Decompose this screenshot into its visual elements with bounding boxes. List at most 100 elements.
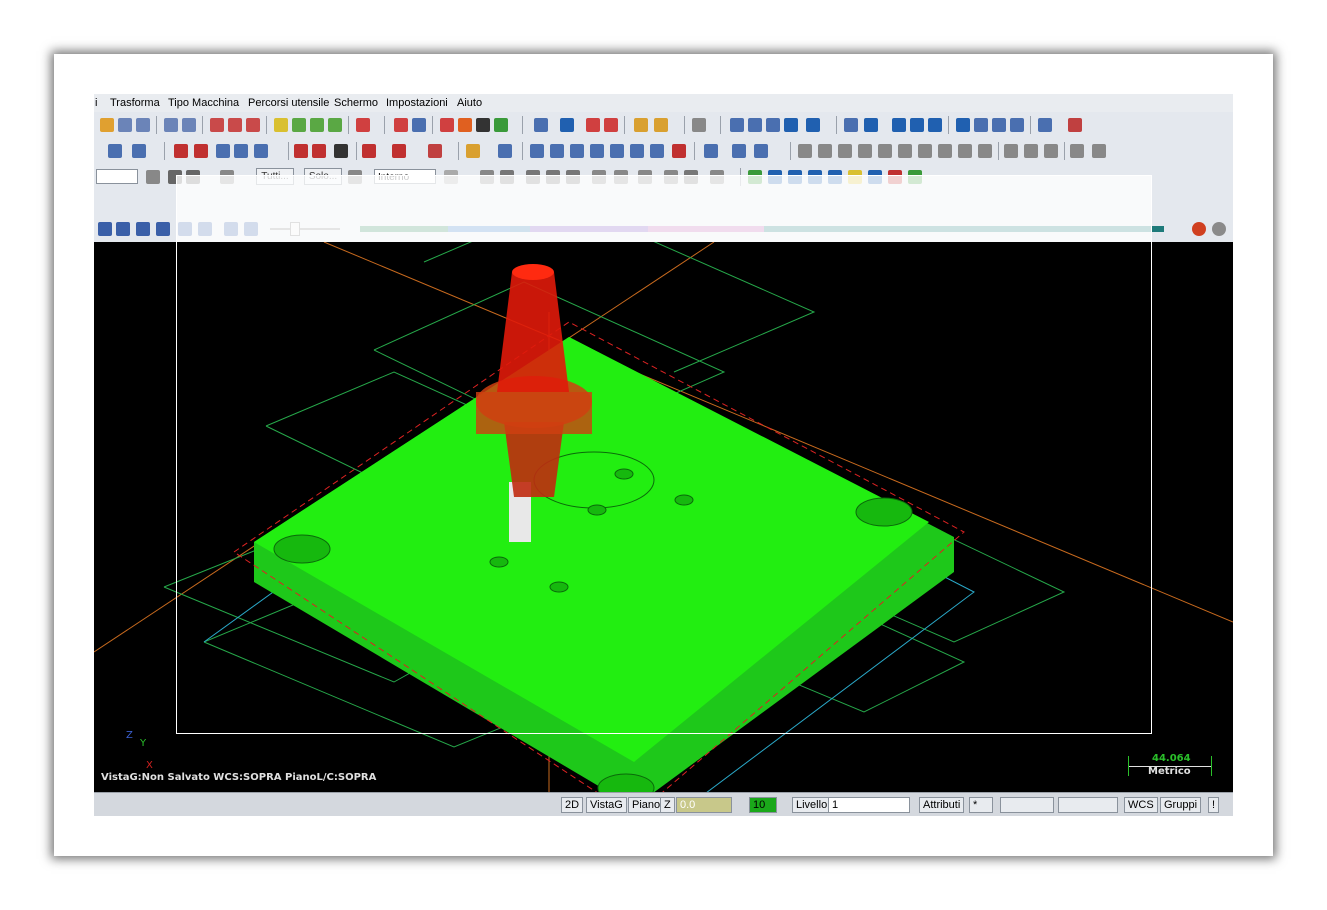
pencil-icon[interactable] — [634, 118, 648, 132]
vistag-button[interactable]: VistaG — [586, 797, 627, 813]
facing-icon[interactable] — [570, 144, 584, 158]
analyze-icon[interactable] — [394, 118, 408, 132]
wireframe-icon[interactable] — [274, 118, 288, 132]
view-cube-icon[interactable] — [356, 118, 370, 132]
line-style-dropdown[interactable] — [1000, 797, 1054, 813]
xform-mirror-icon[interactable] — [334, 144, 348, 158]
unzoom-icon[interactable] — [182, 118, 196, 132]
shading-icon[interactable] — [246, 118, 260, 132]
manager-icon[interactable] — [992, 118, 1006, 132]
chain-icon[interactable] — [498, 144, 512, 158]
surface-parallel-icon[interactable] — [838, 144, 852, 158]
circle-mill-icon[interactable] — [630, 144, 644, 158]
stop-icon[interactable] — [116, 222, 130, 236]
thread-mill-icon[interactable] — [650, 144, 664, 158]
surface-radial-icon[interactable] — [858, 144, 872, 158]
layers-icon[interactable] — [974, 118, 988, 132]
modify-icon[interactable] — [654, 118, 668, 132]
step-back-icon[interactable] — [156, 222, 170, 236]
menu-item-schermo[interactable]: Schermo — [334, 97, 378, 109]
selection-mode-dropdown[interactable] — [96, 169, 138, 184]
point-style-dropdown[interactable]: * — [969, 797, 993, 813]
line-width-dropdown[interactable] — [1058, 797, 1118, 813]
menu-item-tipo-macchina[interactable]: Tipo Macchina — [168, 97, 239, 109]
xform-offset-icon[interactable] — [392, 144, 406, 158]
clear-colors-icon[interactable] — [228, 118, 242, 132]
engrave-icon[interactable] — [672, 144, 686, 158]
solid-outline-icon[interactable] — [604, 118, 618, 132]
skip-back-icon[interactable] — [136, 222, 150, 236]
measure-icon[interactable] — [412, 118, 426, 132]
slot-icon[interactable] — [590, 144, 604, 158]
dimension-icon[interactable] — [216, 144, 230, 158]
verify-icon[interactable] — [732, 144, 746, 158]
table-icon[interactable] — [174, 144, 188, 158]
zoom-window-icon[interactable] — [118, 118, 132, 132]
xform-translate-icon[interactable] — [294, 144, 308, 158]
zoom-fit-icon[interactable] — [100, 118, 114, 132]
gruppi-button[interactable]: Gruppi — [1160, 797, 1202, 813]
surface-icon[interactable] — [730, 118, 744, 132]
hidden-lines-icon[interactable] — [328, 118, 342, 132]
z-button[interactable]: Z — [660, 797, 675, 813]
contour-icon[interactable] — [530, 144, 544, 158]
help-icon[interactable] — [1212, 222, 1226, 236]
revolve-icon[interactable] — [864, 118, 878, 132]
sphere-icon[interactable] — [560, 118, 574, 132]
down-arrow-icon[interactable] — [784, 118, 798, 132]
machine-icon[interactable] — [1068, 118, 1082, 132]
shaded-edges-icon[interactable] — [310, 118, 324, 132]
2d-button[interactable]: 2D — [561, 797, 584, 813]
multiaxis-drill-icon[interactable] — [1044, 144, 1058, 158]
export-icon[interactable] — [494, 118, 508, 132]
livello-button[interactable]: Livello — [792, 797, 832, 813]
surface-flowline-icon[interactable] — [898, 144, 912, 158]
post-icon[interactable] — [754, 144, 768, 158]
attributi-button[interactable]: Attributi — [919, 797, 965, 813]
shaded-icon[interactable] — [292, 118, 306, 132]
multiaxis-icon[interactable] — [1004, 144, 1018, 158]
boolean-icon[interactable] — [956, 118, 970, 132]
point-icon[interactable] — [108, 144, 122, 158]
wall-icon[interactable] — [428, 144, 442, 158]
zoom-out-icon[interactable] — [164, 118, 178, 132]
surface-rough-icon[interactable] — [798, 144, 812, 158]
xform-rotate-icon[interactable] — [312, 144, 326, 158]
surface-scallop-icon[interactable] — [958, 144, 972, 158]
fillet-icon[interactable] — [892, 118, 906, 132]
lamp-icon[interactable] — [466, 144, 480, 158]
surface-sweep-icon[interactable] — [766, 118, 780, 132]
statistics-icon[interactable] — [440, 118, 454, 132]
lathe-face-icon[interactable] — [1092, 144, 1106, 158]
play-icon[interactable] — [98, 222, 112, 236]
piano-button[interactable]: Piano — [628, 797, 665, 813]
xform-scale-icon[interactable] — [362, 144, 376, 158]
report-icon[interactable] — [458, 118, 472, 132]
globe-icon[interactable] — [534, 118, 548, 132]
wcs-button[interactable]: WCS — [1124, 797, 1158, 813]
menu-item-percorsi-utensile[interactable]: Percorsi utensile — [248, 97, 329, 109]
alert-icon[interactable] — [1192, 222, 1206, 236]
grid-icon[interactable] — [1010, 118, 1024, 132]
select-icon[interactable] — [146, 170, 160, 184]
pocket-icon[interactable] — [550, 144, 564, 158]
note-icon[interactable] — [234, 144, 248, 158]
list-icon[interactable] — [194, 144, 208, 158]
backplot-icon[interactable] — [704, 144, 718, 158]
hatch-icon[interactable] — [254, 144, 268, 158]
star-point-icon[interactable] — [132, 144, 146, 158]
sigma-icon[interactable] — [476, 118, 490, 132]
lathe-icon[interactable] — [1070, 144, 1084, 158]
multiaxis-curve-icon[interactable] — [1024, 144, 1038, 158]
color-swatch[interactable]: 10 — [749, 797, 777, 813]
toolpath-manager-icon[interactable] — [1038, 118, 1052, 132]
livello-dropdown[interactable]: 1 — [828, 797, 910, 813]
trim-icon[interactable] — [692, 118, 706, 132]
menu-item-aiuto[interactable]: Aiuto — [457, 97, 482, 109]
surface-finish-icon[interactable] — [818, 144, 832, 158]
solid-icon[interactable] — [586, 118, 600, 132]
repaint-icon[interactable] — [210, 118, 224, 132]
surface-contour-icon[interactable] — [918, 144, 932, 158]
menu-item-trasforma[interactable]: Trasforma — [110, 97, 160, 109]
menu-item-i[interactable]: i — [95, 97, 97, 109]
